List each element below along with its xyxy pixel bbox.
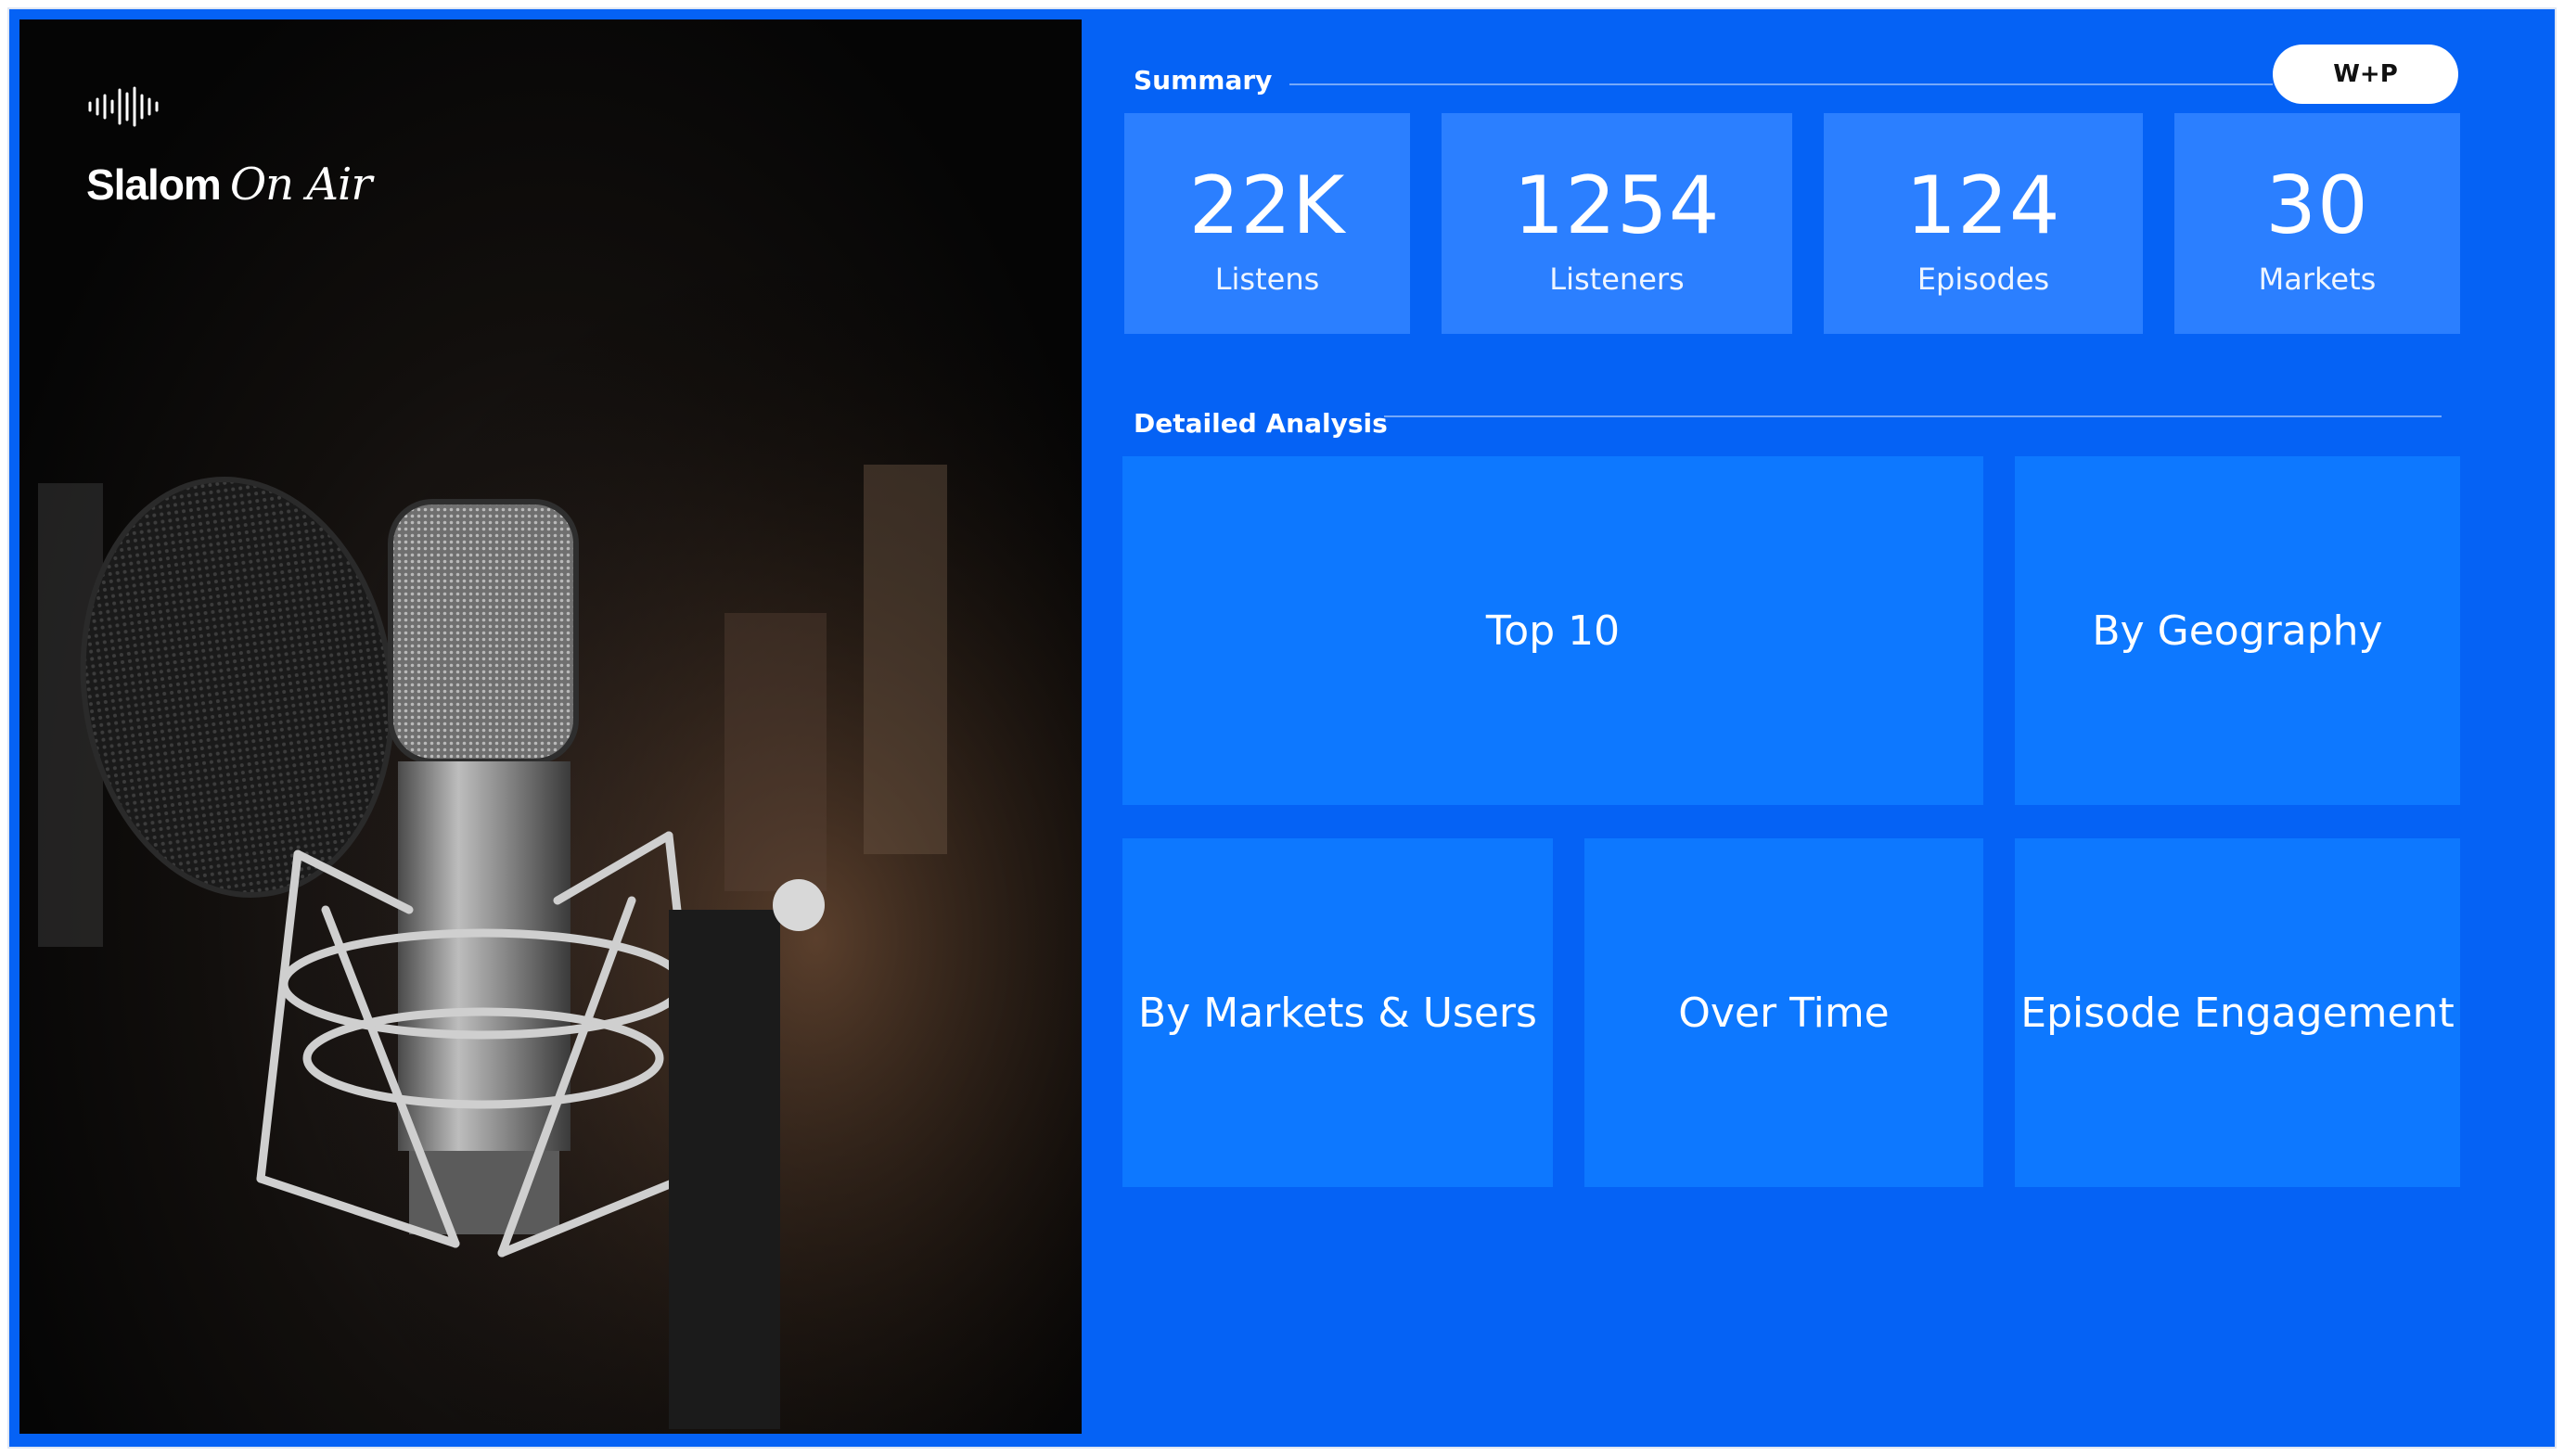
kpi-value: 22K bbox=[1188, 160, 1346, 252]
kpi-label: Listens bbox=[1214, 262, 1320, 297]
top-10-button[interactable]: Top 10 bbox=[1122, 456, 1983, 805]
kpi-card-listeners: 1254 Listeners bbox=[1442, 113, 1792, 334]
brand-logo: Slalom On Air bbox=[86, 86, 383, 216]
detailed-analysis-heading: Detailed Analysis bbox=[1134, 408, 1388, 439]
summary-heading: Summary bbox=[1134, 65, 1273, 96]
brand-name-script: On Air bbox=[229, 159, 372, 211]
kpi-value: 30 bbox=[2265, 160, 2369, 252]
by-geography-button[interactable]: By Geography bbox=[2015, 456, 2460, 805]
kpi-label: Listeners bbox=[1549, 262, 1685, 297]
by-markets-users-button[interactable]: By Markets & Users bbox=[1122, 838, 1553, 1187]
wp-badge-button[interactable]: W+P bbox=[2273, 45, 2458, 104]
soundwave-icon bbox=[88, 86, 159, 127]
kpi-card-episodes: 124 Episodes bbox=[1824, 113, 2143, 334]
analysis-divider bbox=[1384, 415, 2442, 417]
kpi-value: 124 bbox=[1905, 160, 2061, 252]
brand-name: Slalom On Air bbox=[86, 159, 372, 211]
brand-name-bold: Slalom bbox=[86, 160, 222, 209]
kpi-value: 1254 bbox=[1513, 160, 1721, 252]
microphone-photo: Slalom On Air bbox=[19, 19, 1082, 1434]
summary-divider bbox=[1289, 83, 2273, 85]
kpi-card-markets: 30 Markets bbox=[2174, 113, 2460, 334]
kpi-card-listens: 22K Listens bbox=[1124, 113, 1410, 334]
over-time-button[interactable]: Over Time bbox=[1584, 838, 1983, 1187]
kpi-label: Markets bbox=[2258, 262, 2377, 297]
episode-engagement-button[interactable]: Episode Engagement bbox=[2015, 838, 2460, 1187]
kpi-label: Episodes bbox=[1917, 262, 2050, 297]
microphone-illustration bbox=[19, 19, 1082, 1434]
